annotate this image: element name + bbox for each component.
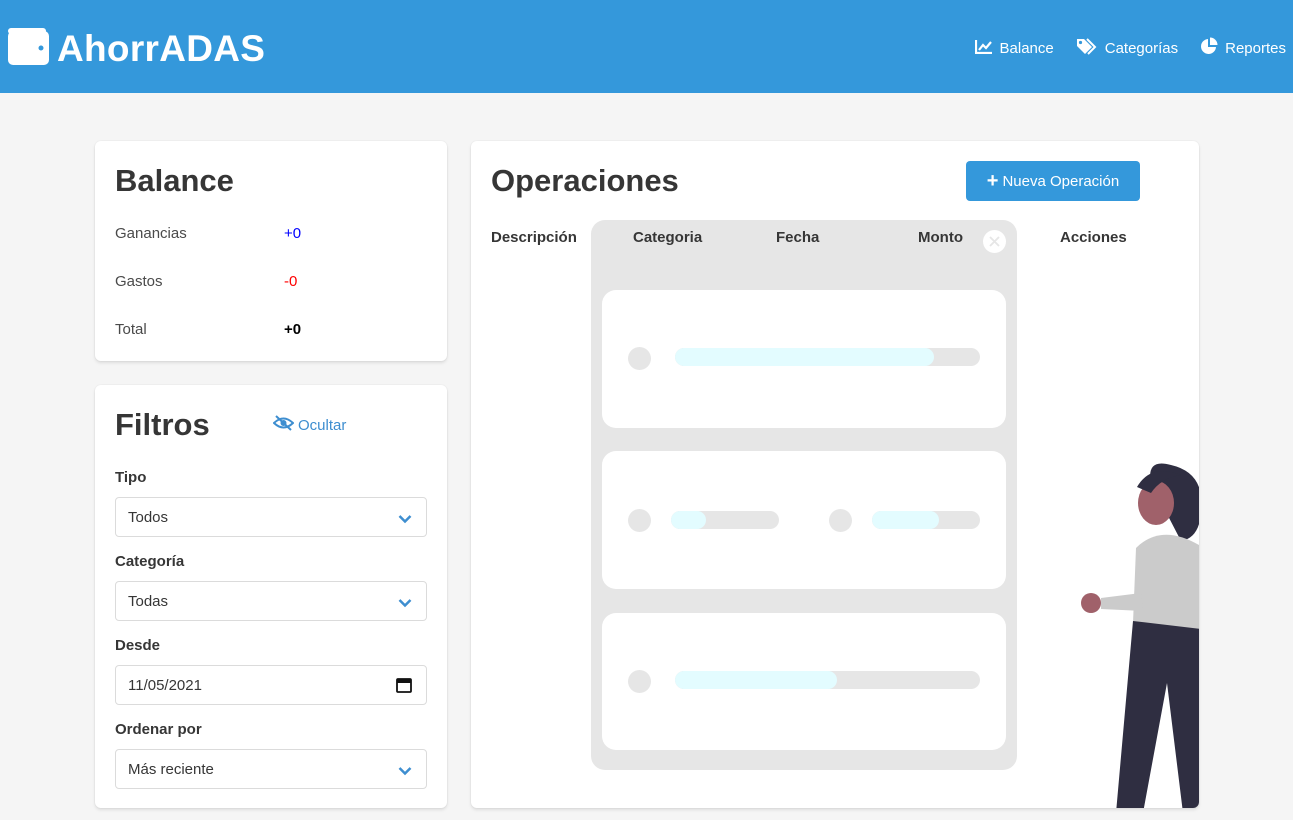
ordenar-select-value: Más reciente: [128, 760, 214, 778]
column-header-categoria: Categoria: [633, 229, 703, 246]
illustration-dot: [628, 347, 651, 370]
desde-date-input[interactable]: 11/05/2021: [115, 665, 427, 705]
wallet-icon: [8, 28, 49, 70]
categoria-select[interactable]: Todas: [115, 581, 427, 621]
balance-title: Balance: [115, 163, 234, 198]
empty-state-illustration: [591, 220, 1017, 770]
gastos-value: -0: [284, 273, 298, 290]
tipo-label: Tipo: [115, 469, 147, 486]
tipo-select[interactable]: Todos: [115, 497, 427, 537]
nav-balance-label: Balance: [999, 39, 1054, 57]
plus-icon: +: [986, 170, 999, 192]
categoria-label: Categoría: [115, 553, 185, 570]
illustration-bar-fill: [872, 511, 939, 529]
balance-card: Balance Ganancias +0 Gastos -0 Total +0: [95, 141, 447, 361]
illustration-dot: [628, 670, 651, 693]
new-operation-label: Nueva Operación: [1002, 172, 1120, 190]
new-operation-button[interactable]: + Nueva Operación: [966, 161, 1140, 201]
nav-categorias-label: Categorías: [1104, 39, 1179, 57]
illustration-bar: [872, 511, 980, 529]
column-header-descripcion: Descripción: [491, 229, 577, 246]
categoria-select-value: Todas: [128, 592, 169, 610]
woman-illustration: [1081, 463, 1199, 808]
illustration-dot: [628, 509, 651, 532]
total-label: Total: [115, 321, 147, 338]
illustration-card: [602, 290, 1006, 428]
pie-chart-icon: [1200, 37, 1225, 59]
illustration-bar: [675, 348, 980, 366]
total-value: +0: [284, 321, 302, 338]
ordenar-select[interactable]: Más reciente: [115, 749, 427, 789]
column-header-fecha: Fecha: [776, 229, 820, 246]
hide-filters-label: Ocultar: [298, 416, 347, 434]
illustration-bar-fill: [675, 348, 935, 366]
ordenar-label: Ordenar por: [115, 721, 202, 738]
calendar-icon[interactable]: [396, 677, 412, 697]
eye-slash-icon: [272, 415, 298, 435]
navbar: AhorrADAS Balance Categorías Reportes: [0, 0, 1293, 93]
chevron-down-icon: [398, 511, 412, 528]
brand[interactable]: AhorrADAS: [8, 28, 265, 70]
gastos-label: Gastos: [115, 273, 163, 290]
column-header-monto: Monto: [918, 229, 963, 246]
app-title: AhorrADAS: [57, 28, 266, 69]
illustration-bar-fill: [671, 511, 706, 529]
illustration-bar: [671, 511, 779, 529]
chevron-down-icon: [398, 763, 412, 780]
nav-menu: Balance Categorías Reportes: [953, 37, 1286, 59]
nav-categorias[interactable]: Categorías: [1076, 37, 1178, 59]
close-icon: [983, 230, 1006, 253]
chevron-down-icon: [398, 595, 412, 612]
filters-title: Filtros: [115, 407, 210, 442]
operations-title: Operaciones: [491, 163, 679, 198]
operations-card: Operaciones + Nueva Operación Descripció…: [471, 141, 1199, 808]
illustration-card: [602, 613, 1006, 750]
ganancias-value: +0: [284, 225, 302, 242]
column-header-acciones: Acciones: [1060, 229, 1127, 246]
hide-filters-link[interactable]: Ocultar: [272, 415, 347, 435]
filters-card: Filtros Ocultar Tipo Todos Categoría Tod…: [95, 385, 447, 808]
desde-label: Desde: [115, 637, 161, 654]
nav-balance[interactable]: Balance: [974, 37, 1054, 59]
desde-date-value: 11/05/2021: [128, 676, 202, 694]
illustration-bar-fill: [675, 671, 837, 689]
chart-line-icon: [974, 39, 1000, 58]
illustration-dot: [829, 509, 852, 532]
tipo-select-value: Todos: [128, 508, 169, 526]
illustration-card: [602, 451, 1006, 589]
ganancias-label: Ganancias: [115, 225, 187, 242]
illustration-bar: [675, 671, 980, 689]
nav-reportes-label: Reportes: [1225, 39, 1286, 57]
nav-reportes[interactable]: Reportes: [1200, 37, 1286, 59]
tags-icon: [1076, 37, 1105, 59]
